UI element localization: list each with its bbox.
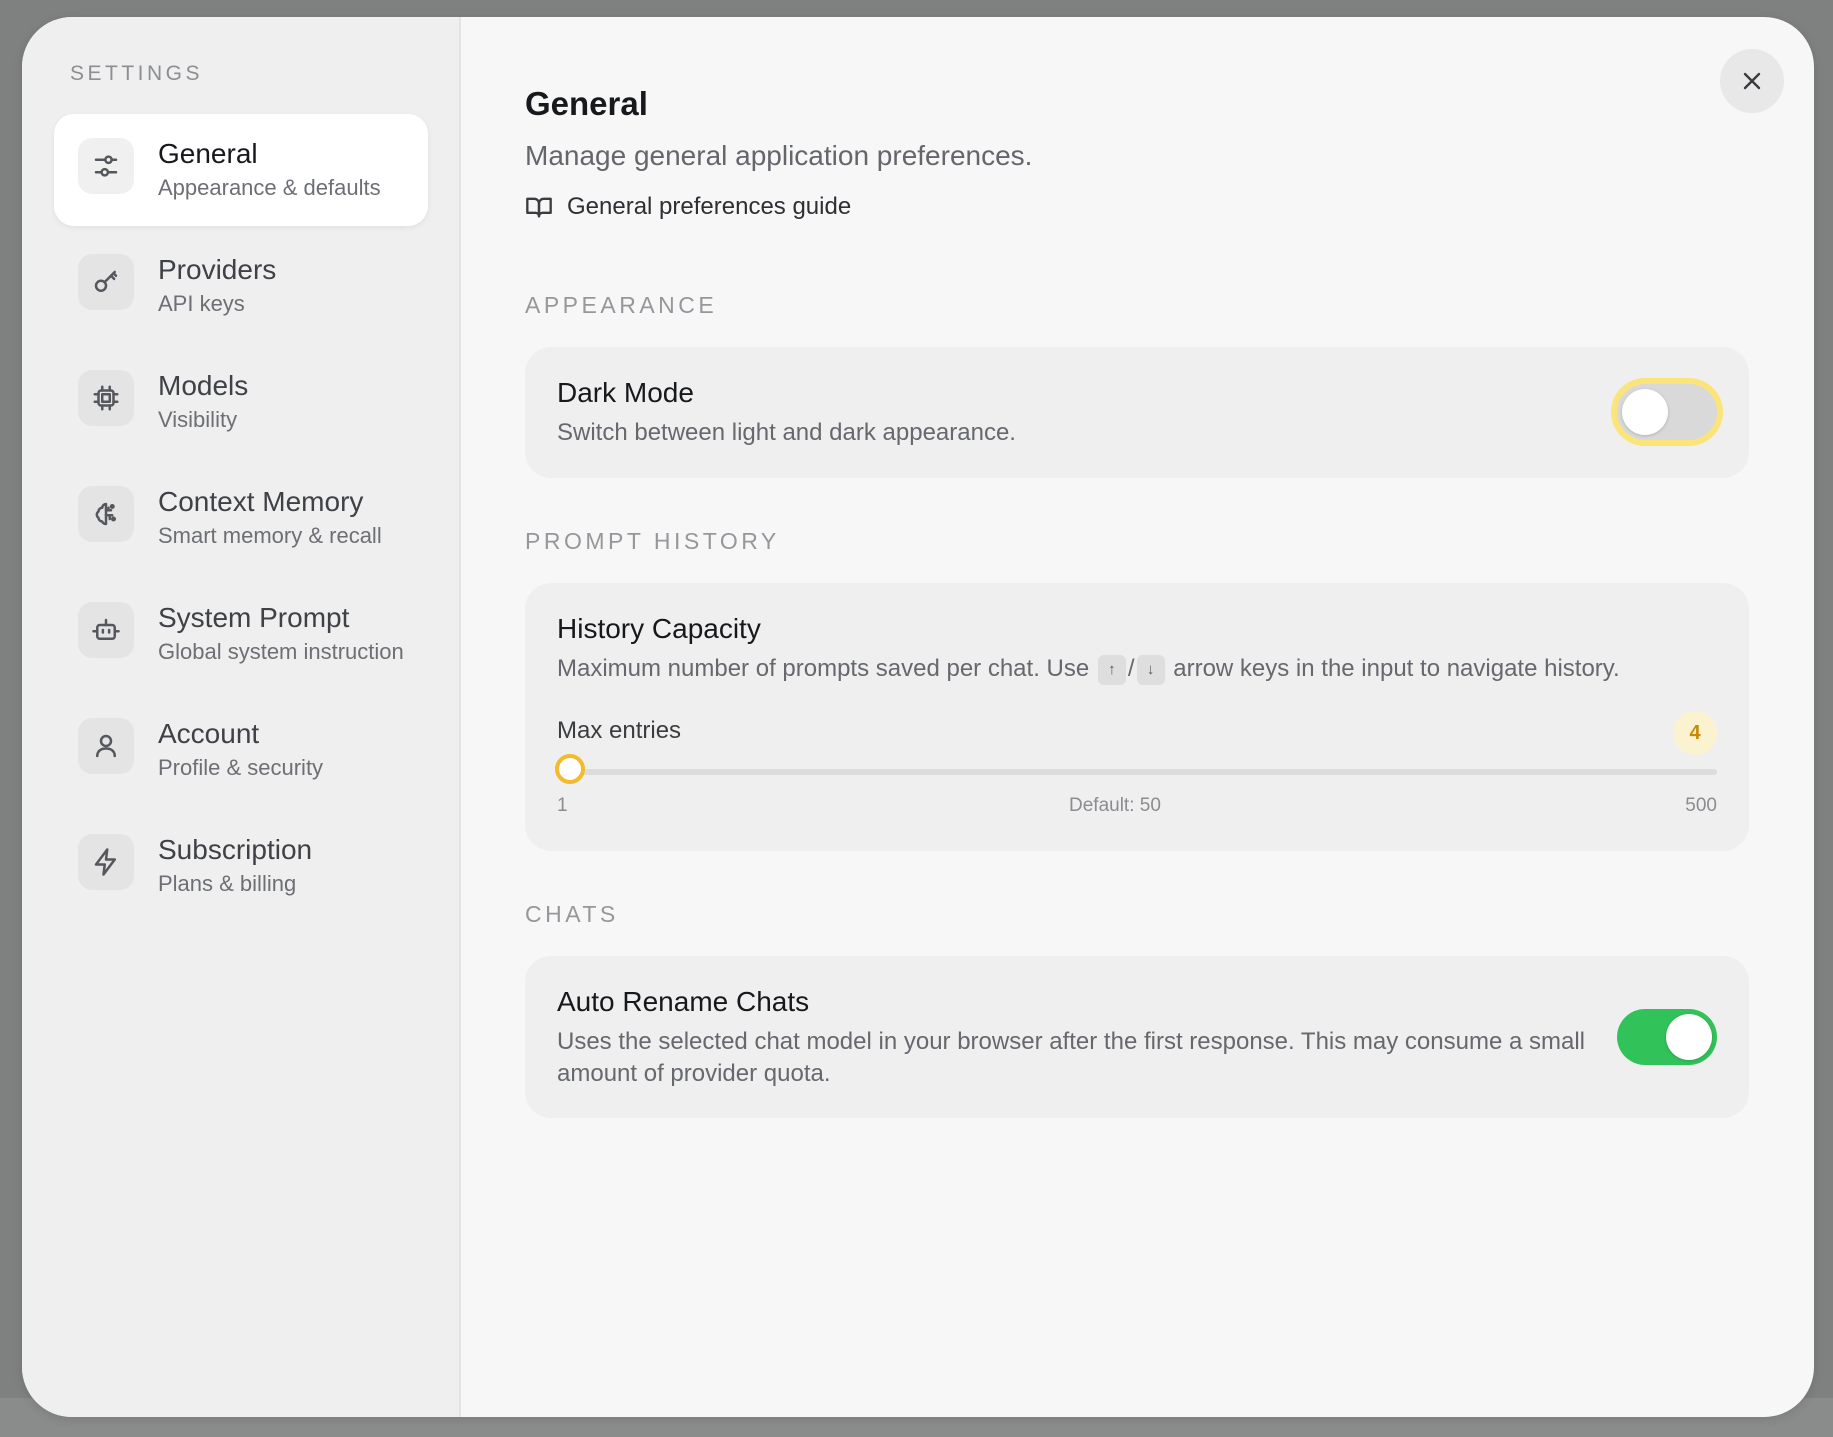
sidebar-item-sublabel: API keys bbox=[158, 291, 245, 316]
key-separator: / bbox=[1127, 655, 1135, 682]
slider-thumb[interactable] bbox=[554, 754, 585, 784]
sidebar-item-providers[interactable]: Providers API keys bbox=[54, 230, 428, 342]
page-subtitle: Manage general application preferences. bbox=[525, 140, 1033, 171]
sidebar-item-label: Context Memory bbox=[158, 486, 364, 517]
sidebar-item-sublabel: Global system instruction bbox=[158, 639, 404, 664]
sidebar-title: SETTINGS bbox=[70, 62, 204, 85]
max-entries-label: Max entries bbox=[557, 717, 682, 744]
sidebar-item-label: Subscription bbox=[158, 834, 313, 865]
sidebar-item-label: Account bbox=[158, 718, 260, 749]
dark-mode-toggle[interactable] bbox=[1617, 384, 1717, 440]
slider-min-label: 1 bbox=[557, 795, 568, 816]
sidebar-item-sublabel: Appearance & defaults bbox=[158, 175, 381, 200]
sidebar-item-account[interactable]: Account Profile & security bbox=[54, 694, 428, 806]
history-capacity-description: Maximum number of prompts saved per chat… bbox=[557, 653, 1620, 685]
sidebar-item-label: General bbox=[158, 138, 258, 169]
zap-icon bbox=[78, 834, 134, 890]
max-entries-value-badge: 4 bbox=[1673, 711, 1717, 755]
section-title-prompt-history: PROMPT HISTORY bbox=[525, 528, 780, 554]
auto-rename-title: Auto Rename Chats bbox=[557, 986, 810, 1017]
settings-modal: SETTINGS General Appearance & defaults P… bbox=[22, 17, 1814, 1417]
max-entries-slider[interactable] bbox=[554, 754, 1717, 784]
sidebar-nav: General Appearance & defaults Providers … bbox=[54, 114, 428, 926]
history-capacity-title: History Capacity bbox=[557, 613, 761, 644]
guide-link-label: General preferences guide bbox=[567, 193, 852, 220]
sidebar-item-sublabel: Smart memory & recall bbox=[158, 523, 382, 548]
description-text: arrow keys in the input to navigate hist… bbox=[1173, 655, 1620, 682]
slider-max-label: 500 bbox=[1685, 795, 1717, 816]
sidebar-item-label: System Prompt bbox=[158, 602, 350, 633]
cpu-icon bbox=[78, 370, 134, 426]
bot-icon bbox=[78, 602, 134, 658]
auto-rename-card: Auto Rename Chats Uses the selected chat… bbox=[525, 956, 1749, 1118]
sidebar-item-sublabel: Profile & security bbox=[158, 755, 324, 780]
sliders-icon bbox=[78, 138, 134, 194]
sidebar-item-label: Providers bbox=[158, 254, 277, 285]
dark-mode-title: Dark Mode bbox=[557, 377, 694, 408]
settings-sidebar: SETTINGS General Appearance & defaults P… bbox=[22, 17, 461, 1417]
brain-icon bbox=[78, 486, 134, 542]
dark-mode-card: Dark Mode Switch between light and dark … bbox=[525, 347, 1749, 478]
sidebar-item-context-memory[interactable]: Context Memory Smart memory & recall bbox=[54, 462, 428, 574]
section-title-chats: CHATS bbox=[525, 901, 619, 927]
page-title: General bbox=[525, 85, 648, 122]
guide-link[interactable]: General preferences guide bbox=[525, 193, 851, 221]
slider-default-label: Default: 50 bbox=[1069, 795, 1161, 816]
arrow-down-key: ↓ bbox=[1136, 654, 1165, 685]
arrow-up-key: ↑ bbox=[1097, 654, 1126, 685]
close-button[interactable] bbox=[1720, 49, 1784, 113]
auto-rename-toggle[interactable] bbox=[1617, 1009, 1717, 1065]
sidebar-item-subscription[interactable]: Subscription Plans & billing bbox=[54, 810, 428, 922]
sidebar-item-system-prompt[interactable]: System Prompt Global system instruction bbox=[54, 578, 428, 690]
auto-rename-description: Uses the selected chat model in your bro… bbox=[557, 1028, 1586, 1087]
toggle-knob bbox=[1666, 1014, 1712, 1060]
section-title-appearance: APPEARANCE bbox=[525, 292, 718, 318]
sidebar-item-models[interactable]: Models Visibility bbox=[54, 346, 428, 458]
close-icon bbox=[1743, 72, 1761, 90]
dark-mode-description: Switch between light and dark appearance… bbox=[557, 419, 1016, 446]
book-icon bbox=[526, 197, 552, 218]
settings-main: General Manage general application prefe… bbox=[461, 17, 1814, 1417]
sidebar-item-label: Models bbox=[158, 370, 249, 401]
toggle-knob bbox=[1622, 389, 1668, 435]
sidebar-item-general[interactable]: General Appearance & defaults bbox=[54, 114, 428, 226]
history-capacity-card: History Capacity Maximum number of promp… bbox=[525, 583, 1749, 851]
user-icon bbox=[78, 718, 134, 774]
sidebar-item-sublabel: Plans & billing bbox=[158, 871, 297, 896]
key-icon bbox=[78, 254, 134, 310]
description-text: Maximum number of prompts saved per chat… bbox=[557, 655, 1090, 682]
sidebar-item-sublabel: Visibility bbox=[158, 407, 238, 432]
